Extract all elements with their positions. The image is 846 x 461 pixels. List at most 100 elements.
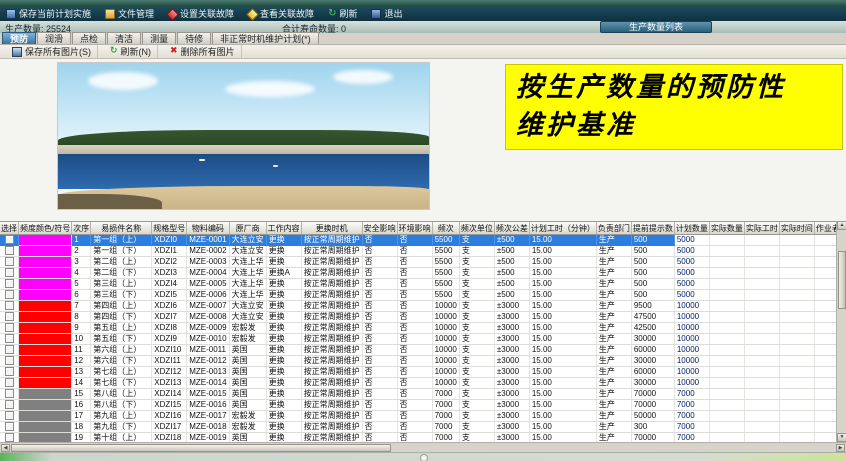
cell-work[interactable]: 更换 — [266, 246, 301, 257]
cell-env[interactable]: 否 — [397, 323, 432, 334]
table-row[interactable]: 6第三组（下）XDZI5MZE-0006大连上华更换按正常周期维护否否5500支… — [0, 290, 836, 301]
cell-actual-empty[interactable] — [744, 356, 779, 367]
grid-header-12[interactable]: 频次 — [432, 222, 459, 235]
cell-freq[interactable]: 5500 — [432, 290, 459, 301]
row-checkbox[interactable] — [5, 301, 14, 310]
cell-timing[interactable]: 按正常周期维护 — [301, 257, 362, 268]
cell-timing[interactable]: 按正常周期维护 — [301, 301, 362, 312]
row-checkbox[interactable] — [5, 268, 14, 277]
toolbar-button-view-fault[interactable]: 查看关联故障 — [248, 10, 314, 19]
cell-env[interactable]: 否 — [397, 356, 432, 367]
tab-3[interactable]: 点检 — [72, 32, 106, 44]
vertical-scroll-thumb[interactable] — [838, 251, 846, 309]
cell-hours[interactable]: 15.00 — [529, 400, 596, 411]
cell-actual-empty[interactable] — [709, 268, 744, 279]
cell-actual-empty[interactable] — [814, 356, 836, 367]
cell-tol[interactable]: ±3000 — [494, 356, 529, 367]
cell-actual-empty[interactable] — [814, 268, 836, 279]
cell-actual-empty[interactable] — [744, 345, 779, 356]
grid-header-6[interactable]: 物料编码 — [187, 222, 229, 235]
table-row[interactable]: 17第九组（上）XDZI16MZE-0017宏毅发更换按正常周期维护否否7000… — [0, 411, 836, 422]
cell-actual-empty[interactable] — [709, 389, 744, 400]
cell-env[interactable]: 否 — [397, 400, 432, 411]
cell-env[interactable]: 否 — [397, 389, 432, 400]
cell-plan_qty[interactable]: 7000 — [674, 422, 709, 433]
row-select-cell[interactable] — [0, 235, 19, 246]
grid-header-7[interactable]: 原厂商 — [229, 222, 266, 235]
toolbar-button-save-plan[interactable]: 保存当前计划实施 — [6, 9, 91, 19]
cell-freq[interactable]: 7000 — [432, 411, 459, 422]
cell-vendor[interactable]: 大连上华 — [229, 268, 266, 279]
row-checkbox[interactable] — [5, 389, 14, 398]
cell-actual-empty[interactable] — [744, 389, 779, 400]
row-select-cell[interactable] — [0, 323, 19, 334]
cell-advance[interactable]: 500 — [631, 246, 674, 257]
cell-plan_qty[interactable]: 10000 — [674, 378, 709, 389]
cell-actual-empty[interactable] — [744, 257, 779, 268]
cell-name[interactable]: 第四组（下） — [91, 312, 152, 323]
cell-seq[interactable]: 8 — [72, 312, 91, 323]
cell-advance[interactable]: 30000 — [631, 356, 674, 367]
cell-unit[interactable]: 支 — [459, 411, 494, 422]
cell-hours[interactable]: 15.00 — [529, 422, 596, 433]
cell-unit[interactable]: 支 — [459, 246, 494, 257]
grid-header-1[interactable]: 选择 — [0, 222, 19, 235]
cell-safety[interactable]: 否 — [362, 312, 397, 323]
cell-tol[interactable]: ±3000 — [494, 334, 529, 345]
cell-model[interactable]: XDZI8 — [152, 323, 187, 334]
row-select-cell[interactable] — [0, 345, 19, 356]
cell-timing[interactable]: 按正常周期维护 — [301, 422, 362, 433]
cell-safety[interactable]: 否 — [362, 356, 397, 367]
cell-unit[interactable]: 支 — [459, 268, 494, 279]
row-checkbox[interactable] — [5, 356, 14, 365]
cell-name[interactable]: 第一组（下） — [91, 246, 152, 257]
cell-unit[interactable]: 支 — [459, 257, 494, 268]
grid-header-17[interactable]: 提前提示数 — [631, 222, 674, 235]
cell-actual-empty[interactable] — [709, 257, 744, 268]
cell-name[interactable]: 第八组（上） — [91, 389, 152, 400]
cell-hours[interactable]: 15.00 — [529, 378, 596, 389]
cell-hours[interactable]: 15.00 — [529, 389, 596, 400]
cell-plan_qty[interactable]: 5000 — [674, 246, 709, 257]
cell-plan_qty[interactable]: 7000 — [674, 400, 709, 411]
cell-timing[interactable]: 按正常周期维护 — [301, 367, 362, 378]
cell-tol[interactable]: ±500 — [494, 268, 529, 279]
cell-dept[interactable]: 生产 — [596, 279, 631, 290]
grid-header-16[interactable]: 负责部门 — [596, 222, 631, 235]
cell-vendor[interactable]: 英国 — [229, 367, 266, 378]
cell-tol[interactable]: ±3000 — [494, 422, 529, 433]
cell-model[interactable]: XDZI7 — [152, 312, 187, 323]
cell-work[interactable]: 更换 — [266, 411, 301, 422]
cell-env[interactable]: 否 — [397, 411, 432, 422]
grid-header-21[interactable]: 实际时间 — [779, 222, 814, 235]
cell-plan_qty[interactable]: 5000 — [674, 257, 709, 268]
cell-hours[interactable]: 15.00 — [529, 246, 596, 257]
scroll-right-icon[interactable]: ▶ — [836, 444, 845, 452]
cell-name[interactable]: 第九组（上） — [91, 411, 152, 422]
cell-material[interactable]: MZE-0003 — [187, 257, 229, 268]
cell-name[interactable]: 第六组（下） — [91, 356, 152, 367]
cell-model[interactable]: XDZI17 — [152, 422, 187, 433]
cell-actual-empty[interactable] — [744, 290, 779, 301]
cell-vendor[interactable]: 大连上华 — [229, 290, 266, 301]
cell-tol[interactable]: ±500 — [494, 246, 529, 257]
cell-dept[interactable]: 生产 — [596, 312, 631, 323]
table-row[interactable]: 16第八组（下）XDZI15MZE-0016英国更换按正常周期维护否否7000支… — [0, 400, 836, 411]
cell-model[interactable]: XDZI5 — [152, 290, 187, 301]
cell-actual-empty[interactable] — [779, 389, 814, 400]
cell-env[interactable]: 否 — [397, 290, 432, 301]
cell-advance[interactable]: 30000 — [631, 334, 674, 345]
row-checkbox[interactable] — [5, 422, 14, 431]
cell-actual-empty[interactable] — [814, 345, 836, 356]
cell-seq[interactable]: 4 — [72, 268, 91, 279]
cell-freq[interactable]: 5500 — [432, 246, 459, 257]
cell-actual-empty[interactable] — [709, 279, 744, 290]
row-select-cell[interactable] — [0, 257, 19, 268]
table-row[interactable]: 12第六组（下）XDZI11MZE-0012英国更换按正常周期维护否否10000… — [0, 356, 836, 367]
cell-actual-empty[interactable] — [779, 334, 814, 345]
cell-actual-empty[interactable] — [814, 378, 836, 389]
cell-actual-empty[interactable] — [814, 422, 836, 433]
cell-actual-empty[interactable] — [744, 334, 779, 345]
grid-header-20[interactable]: 实际工时 — [744, 222, 779, 235]
cell-timing[interactable]: 按正常周期维护 — [301, 400, 362, 411]
